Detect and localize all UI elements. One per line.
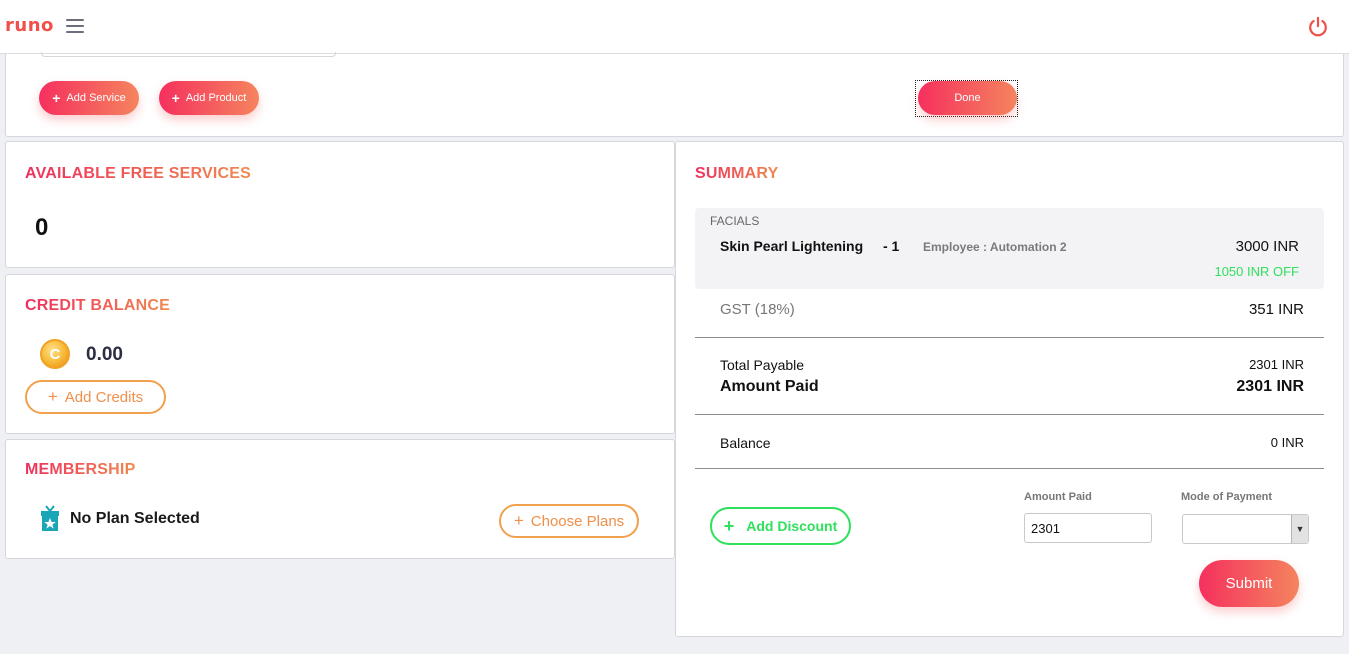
total-payable-value: 2301 INR <box>1249 357 1304 372</box>
free-services-count: 0 <box>35 214 49 241</box>
plus-icon: + <box>47 387 58 406</box>
add-credits-label: Add Credits <box>64 388 144 406</box>
item-price: 3000 INR <box>1235 238 1299 255</box>
item-quantity: - 1 <box>883 238 900 254</box>
membership-title: MEMBERSHIP <box>25 461 136 478</box>
action-card: + Add Service + Add Product Done <box>5 52 1344 137</box>
amount-paid-value: 2301 INR <box>1236 378 1304 395</box>
add-credits-button[interactable]: + Add Credits <box>25 380 166 414</box>
gst-label: GST (18%) <box>720 301 795 318</box>
credit-balance-card: CREDIT BALANCE C 0.00 + Add Credits <box>5 274 675 434</box>
choose-plans-button[interactable]: + Choose Plans <box>499 504 639 538</box>
summary-line-item: FACIALS Skin Pearl Lightening - 1 Employ… <box>695 208 1324 289</box>
amount-paid-field-label: Amount Paid <box>1024 491 1092 503</box>
add-discount-label: Add Discount <box>746 518 838 534</box>
divider <box>695 337 1324 338</box>
summary-card: SUMMARY FACIALS Skin Pearl Lightening - … <box>675 141 1344 637</box>
plus-icon: + <box>723 515 735 536</box>
chevron-down-icon[interactable]: ▼ <box>1291 515 1308 543</box>
power-icon[interactable] <box>1307 16 1329 38</box>
amount-paid-input[interactable] <box>1024 513 1152 543</box>
coin-icon: C <box>40 339 70 369</box>
item-name: Skin Pearl Lightening <box>720 238 864 254</box>
balance-value: 0 INR <box>1270 435 1304 450</box>
add-product-label: Add Product <box>185 92 247 104</box>
add-product-button[interactable]: + Add Product <box>159 81 259 115</box>
summary-title: SUMMARY <box>695 165 779 182</box>
app-logo[interactable]: runo <box>5 15 54 36</box>
choose-plans-label: Choose Plans <box>530 512 625 530</box>
divider <box>695 414 1324 415</box>
done-button[interactable]: Done <box>918 81 1017 115</box>
plus-icon: + <box>171 90 180 106</box>
membership-card: MEMBERSHIP No Plan Selected + Choose Pla… <box>5 439 675 559</box>
balance-label: Balance <box>720 435 771 451</box>
free-services-card: AVAILABLE FREE SERVICES 0 <box>5 141 675 268</box>
amount-paid-label: Amount Paid <box>720 378 819 395</box>
plus-icon: + <box>52 90 61 106</box>
credit-balance-title: CREDIT BALANCE <box>25 297 171 314</box>
item-discount: 1050 INR OFF <box>1214 264 1299 279</box>
plus-icon: + <box>513 511 524 530</box>
hamburger-icon[interactable] <box>66 19 84 35</box>
top-bar: runo <box>0 0 1349 54</box>
gift-icon <box>41 505 59 531</box>
total-payable-label: Total Payable <box>720 357 805 373</box>
payment-mode-label: Mode of Payment <box>1181 491 1273 503</box>
add-service-button[interactable]: + Add Service <box>39 81 139 115</box>
add-discount-button[interactable]: + Add Discount <box>710 507 851 545</box>
add-service-label: Add Service <box>66 92 126 104</box>
done-focus-ring: Done <box>915 80 1018 117</box>
submit-button[interactable]: Submit <box>1199 560 1299 607</box>
item-category: FACIALS <box>710 214 760 228</box>
credit-amount: 0.00 <box>86 344 123 365</box>
item-employee: Employee : Automation 2 <box>923 240 1067 254</box>
divider <box>695 468 1324 469</box>
payment-mode-select[interactable]: ▼ <box>1182 514 1309 544</box>
membership-status: No Plan Selected <box>70 510 200 527</box>
gst-value: 351 INR <box>1248 301 1304 318</box>
free-services-title: AVAILABLE FREE SERVICES <box>25 165 251 182</box>
search-field-edge[interactable] <box>41 52 336 57</box>
